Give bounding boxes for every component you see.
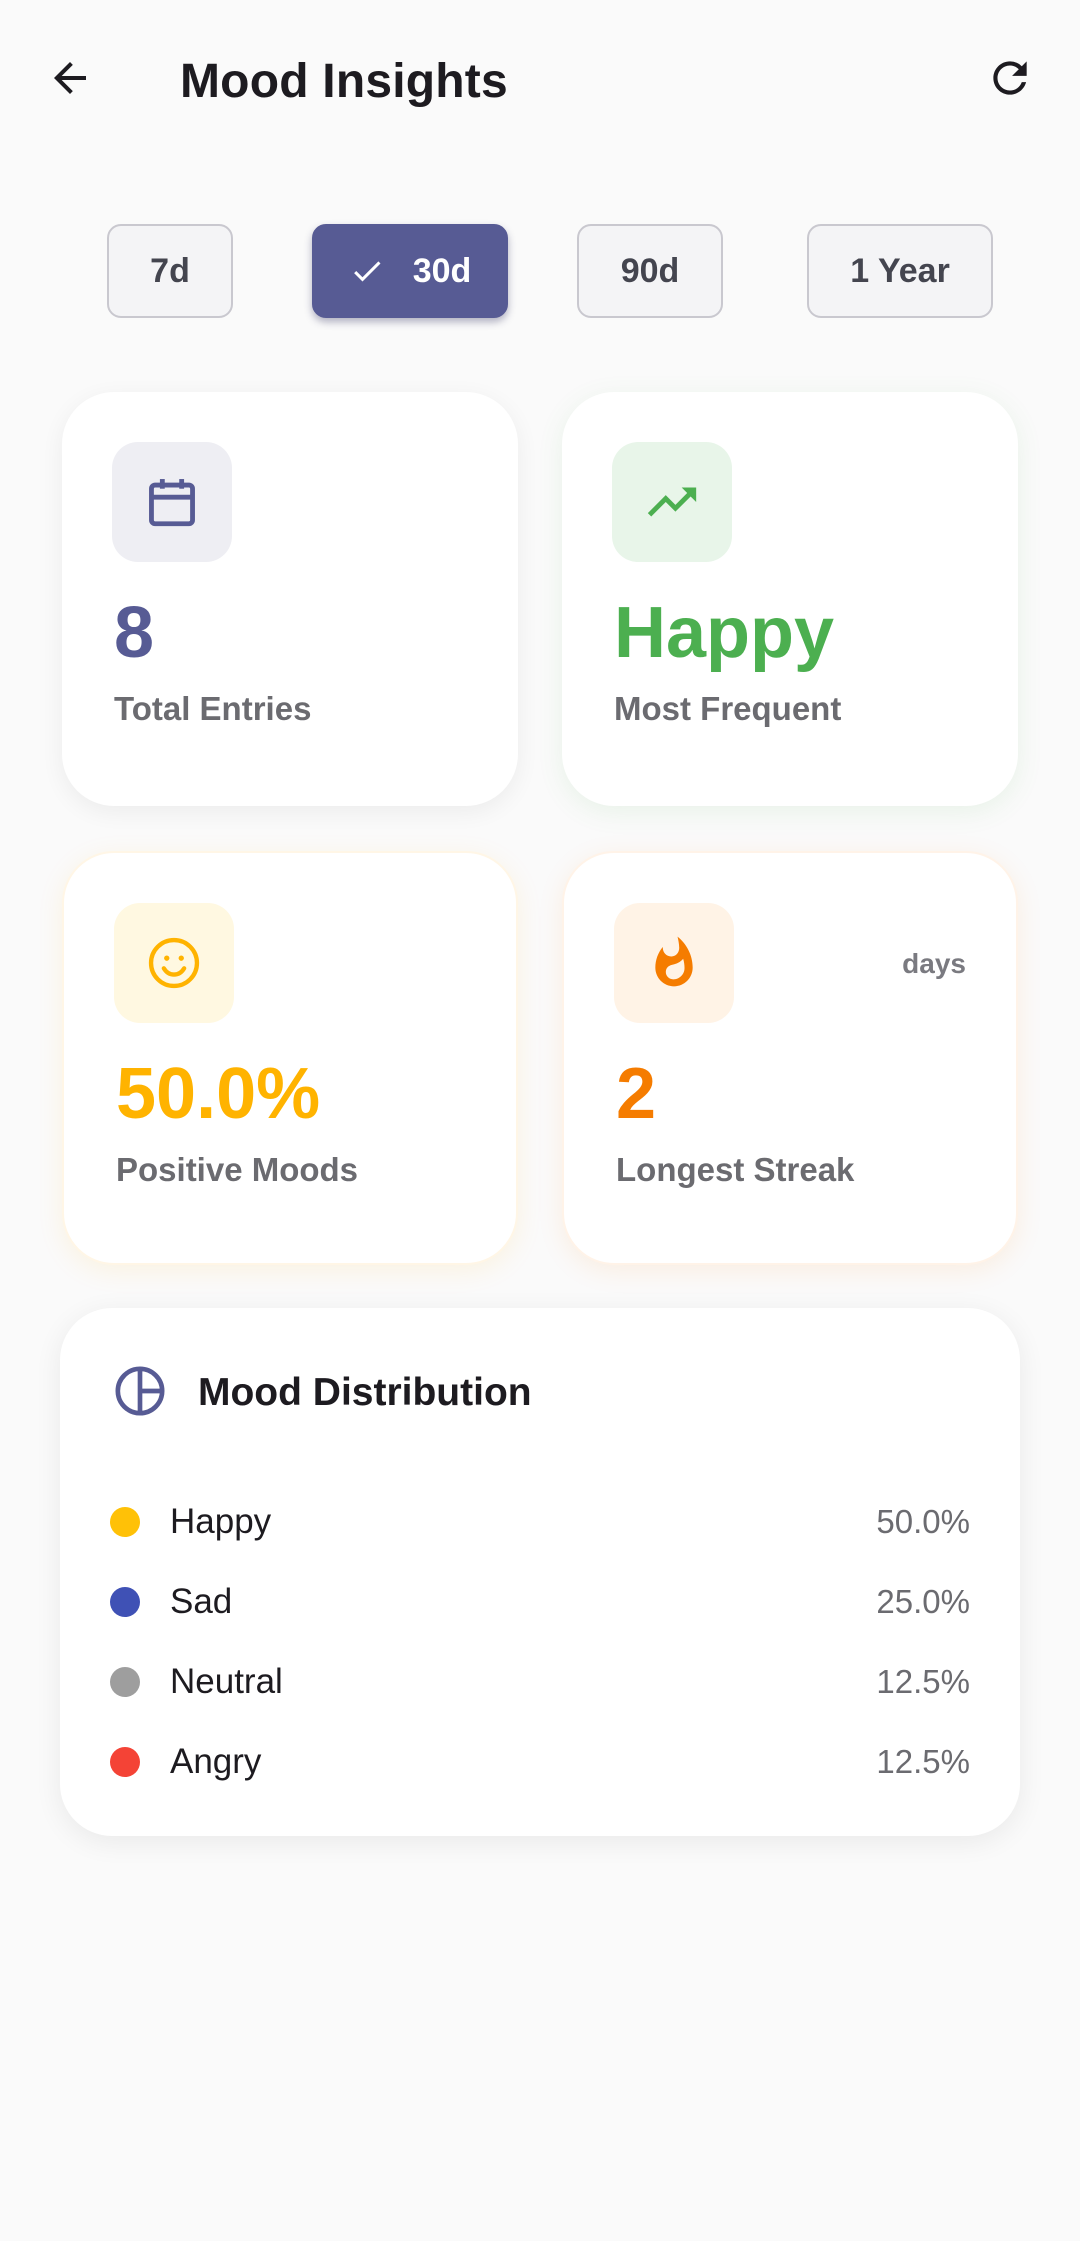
app-bar: Mood Insights [0, 0, 1080, 165]
positive-moods-value: 50.0% [116, 1054, 321, 1134]
chip-label: 1 Year [850, 251, 950, 290]
chip-label: 7d [150, 251, 190, 290]
smiley-icon [114, 903, 234, 1023]
refresh-button[interactable] [970, 40, 1050, 120]
chip-label: 30d [412, 251, 472, 290]
check-icon [349, 253, 385, 289]
longest-streak-card: days 2 Longest Streak [562, 851, 1018, 1265]
positive-moods-card: 50.0% Positive Moods [62, 851, 518, 1265]
mood-percent: 25.0% [876, 1583, 970, 1620]
arrow-left-icon [46, 54, 94, 107]
mood-percent: 12.5% [876, 1743, 970, 1780]
refresh-icon [985, 53, 1035, 108]
distribution-row-happy: Happy 50.0% [110, 1492, 970, 1552]
page-title: Mood Insights [180, 55, 508, 108]
total-entries-card: 8 Total Entries [62, 392, 518, 806]
chip-7d[interactable]: 7d [107, 224, 233, 318]
longest-streak-label: Longest Streak [616, 1151, 855, 1188]
mood-name: Angry [170, 1742, 262, 1781]
legend-dot [110, 1587, 140, 1617]
longest-streak-value: 2 [616, 1054, 657, 1134]
time-range-filter: 7d 30d 90d 1 Year [0, 224, 1080, 318]
chip-label: 90d [620, 251, 680, 290]
legend-dot [110, 1747, 140, 1777]
mood-percent: 12.5% [876, 1663, 970, 1700]
most-frequent-value: Happy [614, 593, 835, 673]
back-button[interactable] [30, 40, 110, 120]
streak-unit-label: days [902, 948, 966, 979]
chip-90d[interactable]: 90d [577, 224, 723, 318]
distribution-row-angry: Angry 12.5% [110, 1732, 970, 1792]
mood-distribution-header: Mood Distribution [112, 1358, 532, 1428]
most-frequent-card: Happy Most Frequent [562, 392, 1018, 806]
chip-1-year[interactable]: 1 Year [807, 224, 993, 318]
total-entries-value: 8 [114, 593, 155, 673]
flame-icon [614, 903, 734, 1023]
legend-dot [110, 1507, 140, 1537]
total-entries-label: Total Entries [114, 690, 312, 727]
mood-name: Sad [170, 1582, 233, 1621]
pie-chart-icon [112, 1363, 168, 1424]
mood-percent: 50.0% [876, 1503, 970, 1540]
mood-name: Happy [170, 1502, 272, 1541]
distribution-row-neutral: Neutral 12.5% [110, 1652, 970, 1712]
calendar-icon [112, 442, 232, 562]
mood-distribution-title: Mood Distribution [198, 1371, 532, 1414]
legend-dot [110, 1667, 140, 1697]
most-frequent-label: Most Frequent [614, 690, 842, 727]
mood-distribution-card: Mood Distribution Happy 50.0% Sad 25.0% … [60, 1308, 1020, 1836]
positive-moods-label: Positive Moods [116, 1151, 359, 1188]
trending-up-icon [612, 442, 732, 562]
chip-30d[interactable]: 30d [312, 224, 508, 318]
mood-name: Neutral [170, 1662, 283, 1701]
distribution-row-sad: Sad 25.0% [110, 1572, 970, 1632]
